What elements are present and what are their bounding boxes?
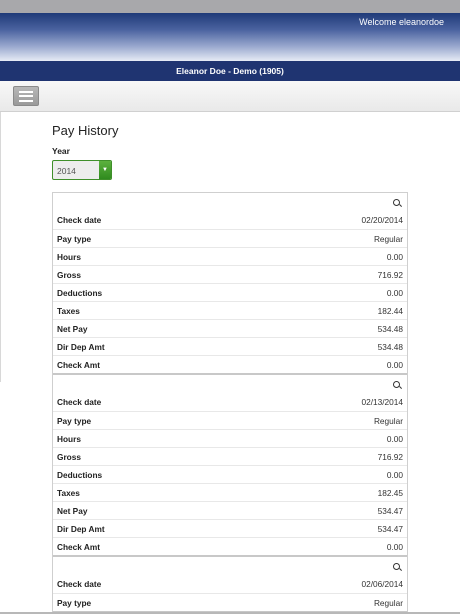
record-field-row: Pay type Regular: [53, 593, 407, 611]
year-select-value: 2014: [57, 166, 76, 176]
field-value: 716.92: [377, 451, 403, 462]
search-icon[interactable]: [393, 563, 400, 570]
hamburger-icon-line: [19, 90, 33, 93]
field-label: Gross: [57, 269, 81, 280]
field-value: 02/06/2014: [361, 579, 403, 589]
field-value: Regular: [373, 415, 403, 426]
record-field-row: Hours 0.00: [53, 429, 407, 447]
year-select[interactable]: 2014 ▼: [52, 160, 112, 180]
welcome-text: Welcome eleanordoe: [359, 17, 444, 27]
record-field-row: Gross 716.92: [53, 447, 407, 465]
field-value: 0.00: [386, 251, 403, 262]
record-field-row: Taxes 182.44: [53, 301, 407, 319]
record-field-row: Check date 02/06/2014: [53, 575, 407, 593]
field-label: Check Amt: [57, 359, 101, 370]
field-label: Deductions: [57, 469, 103, 480]
header-banner: Welcome eleanordoe: [0, 13, 460, 61]
field-label: Check date: [57, 215, 102, 225]
pay-record: Check date 02/06/2014 Pay type Regular: [53, 557, 407, 613]
field-value: 534.47: [377, 523, 403, 534]
field-label: Gross: [57, 451, 81, 462]
dropdown-arrow-icon[interactable]: ▼: [99, 161, 111, 179]
field-value: 534.48: [377, 341, 403, 352]
hamburger-icon-line: [19, 95, 33, 97]
left-edge-divider: [0, 112, 1, 382]
field-value: Regular: [373, 597, 403, 608]
field-value: 0.00: [386, 541, 403, 552]
menu-button[interactable]: [13, 86, 39, 106]
field-label: Check Amt: [57, 541, 101, 552]
field-value: 182.44: [377, 305, 403, 316]
field-label: Hours: [57, 251, 81, 262]
field-value: 0.00: [386, 469, 403, 480]
page-title: Pay History: [52, 123, 119, 138]
field-value: 0.00: [386, 433, 403, 444]
user-title-bar: Eleanor Doe - Demo (1905): [0, 61, 460, 81]
field-label: Hours: [57, 433, 81, 444]
record-field-row: Pay type Regular: [53, 229, 407, 247]
field-label: Net Pay: [57, 323, 88, 334]
field-value: Regular: [373, 233, 403, 244]
record-field-row: Check date 02/20/2014: [53, 211, 407, 229]
field-label: Taxes: [57, 305, 80, 316]
pay-record: Check date 02/13/2014 Pay type Regular Hours…: [53, 375, 407, 557]
toolbar: [0, 81, 460, 112]
field-label: Dir Dep Amt: [57, 523, 105, 534]
field-value: 716.92: [377, 269, 403, 280]
record-search-row: [53, 557, 407, 575]
field-value: 0.00: [386, 359, 403, 370]
record-field-row: Check date 02/13/2014: [53, 393, 407, 411]
field-value: 534.48: [377, 323, 403, 334]
field-label: Dir Dep Amt: [57, 341, 105, 352]
record-field-row: Dir Dep Amt 534.47: [53, 519, 407, 537]
record-search-row: [53, 193, 407, 211]
field-label: Pay type: [57, 597, 92, 608]
search-icon[interactable]: [393, 381, 400, 388]
pay-record: Check date 02/20/2014 Pay type Regular Hours…: [53, 193, 407, 375]
field-label: Pay type: [57, 233, 92, 244]
field-label: Net Pay: [57, 505, 88, 516]
field-label: Deductions: [57, 287, 103, 298]
record-search-row: [53, 375, 407, 393]
record-field-row: Net Pay 534.48: [53, 319, 407, 337]
field-label: Taxes: [57, 487, 80, 498]
top-status-strip: [0, 0, 460, 13]
record-field-row: Taxes 182.45: [53, 483, 407, 501]
search-icon[interactable]: [393, 199, 400, 206]
field-label: Check date: [57, 397, 102, 407]
field-value: 02/20/2014: [361, 215, 403, 225]
field-label: Check date: [57, 579, 102, 589]
field-value: 182.45: [377, 487, 403, 498]
record-field-row: Deductions 0.00: [53, 283, 407, 301]
record-field-row: Gross 716.92: [53, 265, 407, 283]
year-label: Year: [52, 146, 70, 156]
record-field-row: Deductions 0.00: [53, 465, 407, 483]
record-field-row: Pay type Regular: [53, 411, 407, 429]
field-value: 02/13/2014: [361, 397, 403, 407]
hamburger-icon-line: [19, 99, 33, 102]
record-field-row: Check Amt 0.00: [53, 355, 407, 373]
field-value: 0.00: [386, 287, 403, 298]
record-field-row: Net Pay 534.47: [53, 501, 407, 519]
record-field-row: Check Amt 0.00: [53, 537, 407, 555]
field-label: Pay type: [57, 415, 92, 426]
record-field-row: Dir Dep Amt 534.48: [53, 337, 407, 355]
field-value: 534.47: [377, 505, 403, 516]
pay-history-list: Check date 02/20/2014 Pay type Regular Hours…: [52, 192, 408, 614]
record-field-row: Hours 0.00: [53, 247, 407, 265]
user-title: Eleanor Doe - Demo (1905): [176, 66, 284, 76]
